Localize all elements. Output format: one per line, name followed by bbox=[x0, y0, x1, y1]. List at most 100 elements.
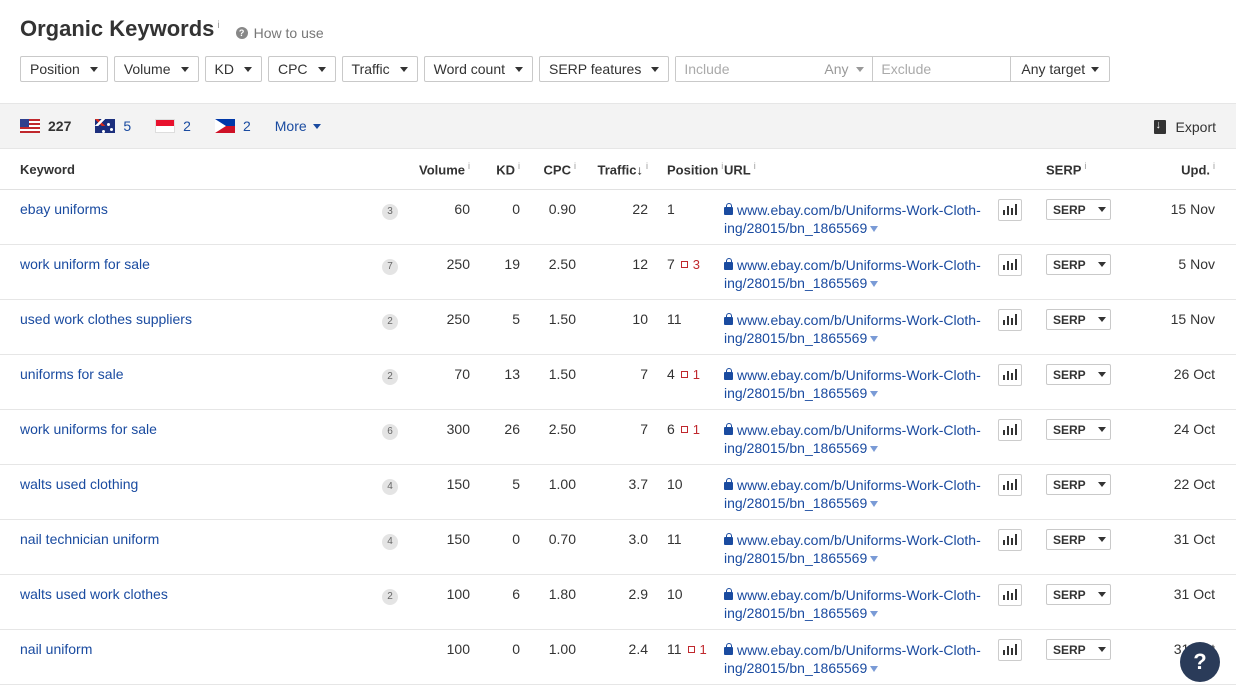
url-link[interactable]: www.ebay.com/b/Uniforms-Work-Cloth-ing/2… bbox=[724, 532, 981, 566]
position-history-chart-button[interactable] bbox=[998, 583, 1022, 606]
url-menu-caret-icon[interactable] bbox=[870, 500, 879, 507]
position-history-chart-button[interactable] bbox=[998, 638, 1022, 661]
kd-cell: 26 bbox=[470, 409, 520, 465]
col-keyword[interactable]: Keyword bbox=[0, 150, 372, 190]
include-exclude-group: Any Any target bbox=[675, 56, 1111, 82]
lock-icon bbox=[724, 477, 733, 490]
col-traffic[interactable]: Traffic↓ i bbox=[576, 150, 648, 190]
serp-button[interactable]: SERP bbox=[1046, 529, 1111, 550]
url-menu-caret-icon[interactable] bbox=[870, 335, 879, 342]
col-updated[interactable]: Upd. i bbox=[1132, 150, 1236, 190]
url-menu-caret-icon[interactable] bbox=[870, 445, 879, 452]
url-link[interactable]: www.ebay.com/b/Uniforms-Work-Cloth-ing/2… bbox=[724, 587, 981, 621]
keyword-link[interactable]: walts used work clothes bbox=[0, 574, 372, 630]
keyword-link[interactable]: used work clothes suppliers bbox=[0, 299, 372, 355]
cpc-cell: 0.90 bbox=[520, 189, 576, 245]
col-kd[interactable]: KD i bbox=[470, 150, 520, 190]
col-cpc[interactable]: CPC i bbox=[520, 150, 576, 190]
url-link[interactable]: www.ebay.com/b/Uniforms-Work-Cloth-ing/2… bbox=[724, 477, 981, 511]
serp-features-filter[interactable]: SERP features bbox=[539, 56, 670, 82]
position-history-chart-button[interactable] bbox=[998, 198, 1022, 221]
export-button[interactable]: Export bbox=[1153, 104, 1216, 150]
position-history-chart-button[interactable] bbox=[998, 473, 1022, 496]
lock-icon bbox=[724, 312, 733, 325]
lock-icon bbox=[724, 532, 733, 545]
traffic-cell: 22 bbox=[576, 189, 648, 245]
url-menu-caret-icon[interactable] bbox=[870, 390, 879, 397]
exclude-input[interactable] bbox=[873, 57, 1012, 81]
keyword-link[interactable]: nail uniform bbox=[0, 629, 372, 685]
keywords-table: Keyword Volume i KD i CPC i Traffic↓ i Posit… bbox=[0, 150, 1236, 685]
country-id[interactable]: 2 bbox=[155, 118, 191, 134]
keyword-link[interactable]: work uniforms for sale bbox=[0, 409, 372, 465]
url-menu-caret-icon[interactable] bbox=[870, 610, 879, 617]
help-button[interactable]: ? bbox=[1180, 642, 1220, 682]
position-change-icon bbox=[687, 645, 695, 653]
position-history-chart-button[interactable] bbox=[998, 418, 1022, 441]
table-row: used work clothes suppliers 2 250 5 1.50 10 11… bbox=[0, 299, 1236, 355]
url-link[interactable]: www.ebay.com/b/Uniforms-Work-Cloth-ing/2… bbox=[724, 367, 981, 401]
serp-button[interactable]: SERP bbox=[1046, 364, 1111, 385]
url-link[interactable]: www.ebay.com/b/Uniforms-Work-Cloth-ing/2… bbox=[724, 422, 981, 456]
cpc-filter[interactable]: CPC bbox=[267, 56, 336, 82]
serp-button[interactable]: SERP bbox=[1046, 584, 1111, 605]
serp-button[interactable]: SERP bbox=[1046, 309, 1111, 330]
url-menu-caret-icon[interactable] bbox=[870, 665, 879, 672]
serp-button[interactable]: SERP bbox=[1046, 639, 1111, 660]
word-count-filter[interactable]: Word count bbox=[423, 56, 533, 82]
keyword-link[interactable]: work uniform for sale bbox=[0, 244, 372, 300]
volume-cell: 70 bbox=[408, 354, 470, 410]
volume-cell: 100 bbox=[408, 629, 470, 685]
col-position[interactable]: Position i bbox=[648, 150, 724, 190]
lock-icon bbox=[724, 587, 733, 600]
url-menu-caret-icon[interactable] bbox=[870, 280, 879, 287]
updated-cell: 22 Oct bbox=[1132, 464, 1236, 520]
table-row: work uniforms for sale 6 300 26 2.50 7 6 1 www.e… bbox=[0, 409, 1236, 465]
keyword-link[interactable]: walts used clothing bbox=[0, 464, 372, 520]
include-input[interactable] bbox=[676, 57, 825, 81]
any-select[interactable]: Any bbox=[824, 57, 874, 81]
col-url[interactable]: URL i bbox=[724, 150, 998, 190]
serp-button[interactable]: SERP bbox=[1046, 199, 1111, 220]
position-history-chart-button[interactable] bbox=[998, 308, 1022, 331]
title-info-icon[interactable]: i bbox=[217, 20, 219, 31]
more-countries-dropdown[interactable]: More bbox=[275, 118, 321, 134]
url-menu-caret-icon[interactable] bbox=[870, 225, 879, 232]
col-serp[interactable]: SERP i bbox=[1046, 150, 1132, 190]
target-select[interactable]: Any target bbox=[1011, 57, 1109, 81]
serp-button[interactable]: SERP bbox=[1046, 474, 1111, 495]
position-history-chart-button[interactable] bbox=[998, 528, 1022, 551]
serp-cell: SERP bbox=[1046, 244, 1132, 300]
country-us[interactable]: 227 bbox=[20, 118, 71, 134]
kd-filter[interactable]: KD bbox=[204, 56, 262, 82]
word-count-badge: 2 bbox=[382, 588, 398, 605]
url-link[interactable]: www.ebay.com/b/Uniforms-Work-Cloth-ing/2… bbox=[724, 202, 981, 236]
serp-cell: SERP bbox=[1046, 354, 1132, 410]
traffic-filter[interactable]: Traffic bbox=[341, 56, 418, 82]
caret-down-icon bbox=[1097, 262, 1106, 267]
position-history-chart-button[interactable] bbox=[998, 253, 1022, 276]
serp-cell: SERP bbox=[1046, 299, 1132, 355]
cpc-cell: 0.70 bbox=[520, 519, 576, 575]
how-to-use-link[interactable]: ? How to use bbox=[235, 25, 324, 41]
keyword-link[interactable]: uniforms for sale bbox=[0, 354, 372, 410]
col-volume[interactable]: Volume i bbox=[408, 150, 470, 190]
url-link[interactable]: www.ebay.com/b/Uniforms-Work-Cloth-ing/2… bbox=[724, 642, 981, 676]
volume-cell: 300 bbox=[408, 409, 470, 465]
position-change-icon bbox=[680, 425, 688, 433]
serp-button[interactable]: SERP bbox=[1046, 419, 1111, 440]
country-ph[interactable]: 2 bbox=[214, 118, 251, 134]
url-menu-caret-icon[interactable] bbox=[870, 555, 879, 562]
position-history-chart-button[interactable] bbox=[998, 363, 1022, 386]
keyword-link[interactable]: nail technician uniform bbox=[0, 519, 372, 575]
country-au[interactable]: 5 bbox=[95, 118, 131, 134]
word-count-cell: 2 bbox=[372, 354, 408, 410]
serp-button[interactable]: SERP bbox=[1046, 254, 1111, 275]
url-link[interactable]: www.ebay.com/b/Uniforms-Work-Cloth-ing/2… bbox=[724, 312, 981, 346]
volume-filter[interactable]: Volume bbox=[113, 56, 199, 82]
ph-flag-icon bbox=[214, 119, 235, 133]
position-filter[interactable]: Position bbox=[20, 56, 108, 82]
url-link[interactable]: www.ebay.com/b/Uniforms-Work-Cloth-ing/2… bbox=[724, 257, 981, 291]
position-cell: 41 bbox=[648, 354, 724, 410]
keyword-link[interactable]: ebay uniforms bbox=[0, 189, 372, 245]
